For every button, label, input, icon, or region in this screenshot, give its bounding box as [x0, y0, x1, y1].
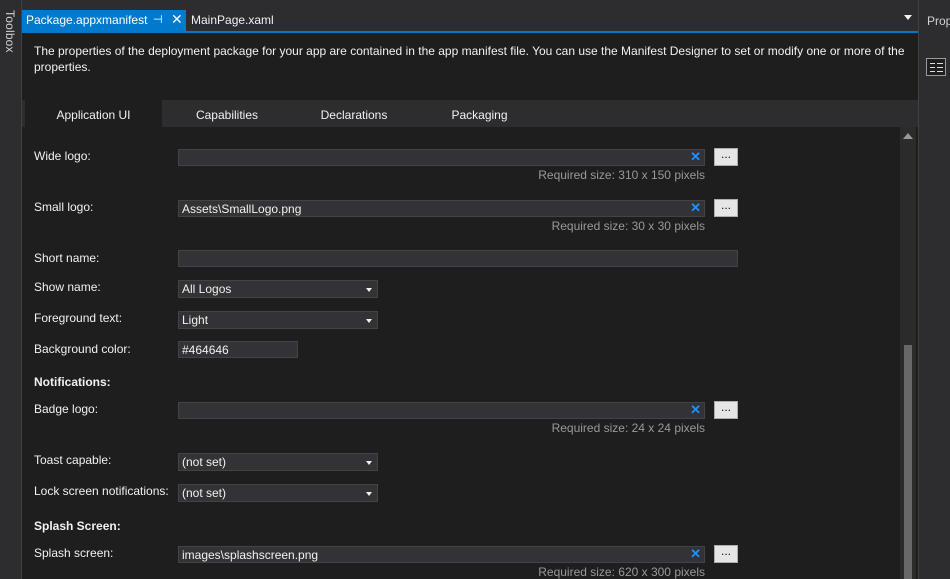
wide-logo-label: Wide logo: [34, 149, 91, 163]
background-color-label: Background color: [34, 342, 131, 356]
short-name-label: Short name: [34, 251, 100, 265]
tab-mainpage-xaml[interactable]: MainPage.xaml [191, 13, 274, 27]
wide-logo-required-size: Required size: 310 x 150 pixels [538, 168, 705, 182]
tab-label: Package.appxmanifest [26, 13, 148, 27]
small-logo-browse-button[interactable]: ... [714, 199, 738, 217]
toast-capable-select[interactable]: (not set) [178, 453, 378, 471]
show-name-value: All Logos [182, 282, 232, 296]
splash-screen-browse-button[interactable]: ... [714, 545, 738, 563]
close-icon[interactable]: ✕ [171, 11, 183, 28]
splash-screen-required-size: Required size: 620 x 300 pixels [538, 565, 705, 579]
chevron-down-icon [366, 319, 372, 323]
tab-packaging[interactable]: Packaging [427, 100, 532, 127]
splash-screen-value: images\splashscreen.png [182, 548, 319, 562]
designer-tab-strip: Application UI Capabilities Declarations… [22, 100, 918, 127]
wide-logo-input[interactable]: ✕ [178, 149, 705, 166]
chevron-down-icon[interactable] [904, 15, 912, 20]
chevron-down-icon [366, 288, 372, 292]
tab-declarations[interactable]: Declarations [297, 100, 411, 127]
clear-icon[interactable]: ✕ [690, 546, 701, 561]
short-name-input[interactable] [178, 250, 738, 267]
vertical-scrollbar[interactable] [900, 127, 916, 579]
clear-icon[interactable]: ✕ [690, 402, 701, 417]
small-logo-required-size: Required size: 30 x 30 pixels [551, 219, 705, 233]
splash-screen-heading: Splash Screen: [34, 519, 121, 533]
foreground-text-value: Light [182, 313, 209, 327]
background-color-input[interactable]: #464646 [178, 341, 298, 358]
chevron-down-icon [366, 461, 372, 465]
manifest-description: The properties of the deployment package… [34, 44, 905, 74]
lock-screen-label: Lock screen notifications: [34, 484, 169, 498]
show-name-label: Show name: [34, 280, 101, 294]
clear-icon[interactable]: ✕ [690, 149, 701, 164]
chevron-down-icon [366, 492, 372, 496]
foreground-text-label: Foreground text: [34, 311, 123, 325]
toast-capable-label: Toast capable: [34, 453, 112, 467]
badge-logo-required-size: Required size: 24 x 24 pixels [551, 421, 705, 435]
properties-strip[interactable]: Prop [918, 0, 950, 579]
lock-screen-select[interactable]: (not set) [178, 484, 378, 502]
clear-icon[interactable]: ✕ [690, 200, 701, 215]
pin-icon[interactable]: ⊣ [153, 13, 163, 26]
tab-application-ui[interactable]: Application UI [25, 100, 162, 127]
toast-capable-value: (not set) [182, 455, 227, 469]
background-color-value: #464646 [182, 343, 229, 357]
badge-logo-browse-button[interactable]: ... [714, 401, 738, 419]
show-name-select[interactable]: All Logos [178, 280, 378, 298]
tab-package-appxmanifest[interactable]: Package.appxmanifest ⊣ ✕ [22, 10, 186, 31]
scroll-up-icon[interactable] [903, 133, 913, 139]
notifications-heading: Notifications: [34, 375, 111, 389]
scrollbar-thumb[interactable] [904, 345, 912, 579]
badge-logo-input[interactable]: ✕ [178, 402, 705, 419]
toolbox-label[interactable]: Toolbox [3, 10, 17, 53]
small-logo-label: Small logo: [34, 200, 94, 214]
splash-screen-label: Splash screen: [34, 546, 114, 560]
splash-screen-input[interactable]: images\splashscreen.png ✕ [178, 546, 705, 563]
properties-label[interactable]: Prop [927, 14, 950, 28]
lock-screen-value: (not set) [182, 486, 227, 500]
small-logo-value: Assets\SmallLogo.png [182, 202, 302, 216]
toolbox-strip[interactable]: Toolbox [0, 0, 22, 579]
wide-logo-browse-button[interactable]: ... [714, 148, 738, 166]
small-logo-input[interactable]: Assets\SmallLogo.png ✕ [178, 200, 705, 217]
badge-logo-label: Badge logo: [34, 402, 99, 416]
foreground-text-select[interactable]: Light [178, 311, 378, 329]
tab-capabilities[interactable]: Capabilities [172, 100, 282, 127]
properties-icon[interactable] [926, 58, 946, 76]
